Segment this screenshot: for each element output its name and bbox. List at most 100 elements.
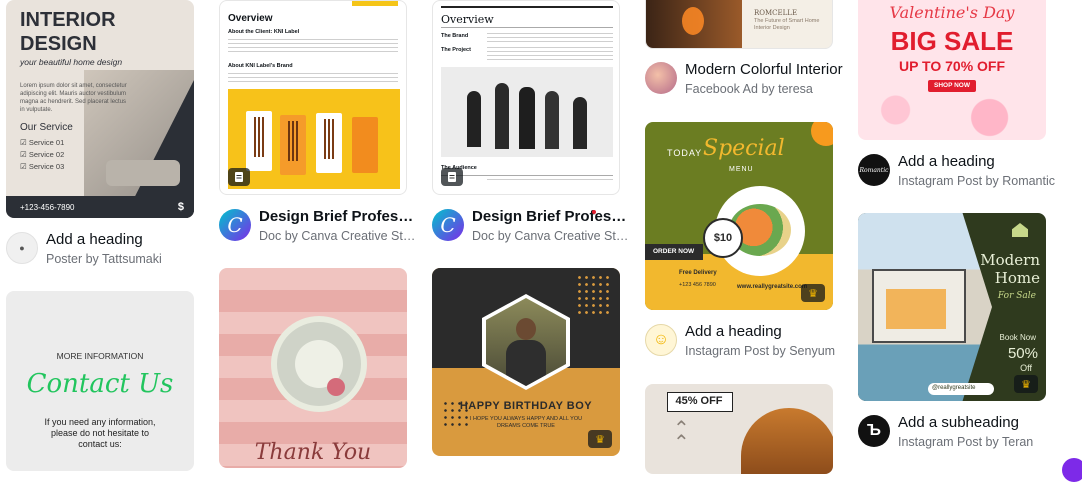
brand-tagline: The Future of Smart Home Interior Design: [754, 18, 820, 31]
interior-photo: [646, 0, 742, 48]
template-card-special-menu[interactable]: TODAY Special MENU $10 ORDER NOW Free De…: [645, 122, 833, 310]
title-1: Modern: [980, 251, 1040, 269]
tagline: your beautiful home design: [20, 57, 123, 67]
stick-group: [254, 117, 264, 157]
for-sale: For Sale: [997, 291, 1036, 301]
template-meta[interactable]: Ъ Add a subheading Instagram Post by Ter…: [858, 409, 1058, 455]
box-4: [352, 117, 378, 173]
person: [545, 91, 559, 149]
burger: [741, 408, 833, 474]
template-title: Add a heading: [46, 231, 143, 248]
title-2: Home: [994, 269, 1040, 287]
canva-avatar: C: [432, 209, 464, 241]
template-title: Add a heading: [898, 153, 995, 170]
row-label: The Project: [441, 47, 471, 53]
burger-discount: 45% OFF: [675, 395, 723, 407]
template-card-burger[interactable]: 45% OFF ⌃ ⌃: [645, 384, 833, 474]
template-title: Add a subheading: [898, 414, 1019, 431]
chevrons: ⌃ ⌃: [673, 418, 690, 454]
template-meta[interactable]: Romantic Add a heading Instagram Post by…: [858, 148, 1058, 194]
template-title: Add a heading: [685, 323, 782, 340]
template-card-modern-home[interactable]: Modern Home For Sale Book Now 50% Off @r…: [858, 213, 1046, 401]
lamp-glow: [682, 7, 704, 35]
template-subtitle: Facebook Ad by teresa: [685, 82, 813, 96]
crown-icon: ♛: [588, 430, 612, 448]
subheading-2: About KNI Label's Brand: [228, 63, 293, 69]
template-card-interior-design[interactable]: INTERIOR DESIGN your beautiful home desi…: [6, 0, 194, 218]
top-strip: [441, 6, 613, 8]
menu-phone: +123 456 7890: [679, 282, 716, 288]
text-lines-2: [228, 73, 398, 83]
section-title: Overview: [228, 13, 273, 24]
birthday-message: I HOPE YOU ALWAYS HAPPY AND ALL YOU DREA…: [469, 416, 583, 429]
order-label: ORDER NOW: [653, 248, 695, 255]
template-card-thank-you[interactable]: Thank You: [219, 268, 407, 468]
indicator-dot: [592, 210, 596, 214]
template-card-design-brief-2[interactable]: Overview The Brand The Project The Audie…: [432, 0, 620, 195]
handle: @reallygreatsite: [932, 385, 976, 391]
section-title: Overview: [441, 13, 494, 26]
subheading-1: About the Client: KNI Label: [228, 29, 300, 35]
avatar-letter: Ъ: [867, 422, 881, 439]
avatar-letter: C: [440, 213, 456, 237]
crown-icon: ♛: [801, 284, 825, 302]
plate: [271, 316, 367, 412]
service-heading: Our Service: [20, 122, 73, 133]
template-meta[interactable]: C Design Brief Professional Doc by Canva…: [432, 203, 632, 249]
romantic-avatar: Romantic: [858, 154, 890, 186]
template-title: Modern Colorful Interior: [685, 61, 843, 78]
teran-avatar: Ъ: [858, 415, 890, 447]
avatar: [645, 62, 677, 94]
check-icon: ☑: [20, 150, 27, 159]
template-card-contact-us[interactable]: MORE INFORMATION Contact Us If you need …: [6, 291, 194, 471]
headline-2: DESIGN: [20, 33, 97, 55]
template-card-design-brief[interactable]: Overview About the Client: KNI Label Abo…: [219, 0, 407, 195]
avatar-glyph: ●: [19, 243, 25, 253]
template-meta[interactable]: C Design Brief Professional Doc by Canva…: [219, 203, 419, 249]
house-photo: [858, 213, 992, 401]
template-meta[interactable]: ● Add a heading Poster by Tattsumaki: [6, 226, 206, 272]
menu-website: www.reallygreatsite.com: [737, 284, 808, 290]
birthday-title: HAPPY BIRTHDAY BOY: [459, 400, 593, 412]
person: [467, 91, 481, 147]
person: [495, 83, 509, 149]
special-label: Special: [703, 136, 785, 161]
template-subtitle: Poster by Tattsumaki: [46, 252, 162, 266]
service-item: Service 02: [28, 150, 65, 159]
book-now: Book Now: [999, 333, 1036, 342]
audience-rule: [441, 175, 613, 176]
thank-you-text: Thank You: [254, 440, 372, 465]
document-icon: [228, 168, 250, 186]
house-window: [886, 289, 946, 329]
template-subtitle: Instagram Post by Romantic: [898, 174, 1056, 188]
document-icon: [441, 168, 463, 186]
discount: 50%: [1007, 345, 1038, 362]
box-3: [316, 113, 342, 173]
delivery-label: Free Delivery: [679, 270, 717, 276]
product-photo: [228, 89, 400, 189]
sale-headline: BIG SALE: [890, 26, 1014, 56]
template-meta[interactable]: ☺ Add a heading Instagram Post by Senyum: [645, 318, 845, 364]
service-item: Service 01: [28, 138, 65, 147]
template-card-valentines-sale[interactable]: Valentine's Day BIG SALE UP TO 70% OFF S…: [858, 0, 1046, 140]
menu-label: MENU: [729, 166, 754, 173]
stick-group: [288, 121, 298, 161]
top-strip: [352, 1, 398, 6]
sofa-shape: [106, 160, 180, 186]
template-subtitle: Doc by Canva Creative Studio: [472, 229, 632, 243]
template-title: Design Brief Professional: [472, 208, 632, 225]
orange-slice: [811, 122, 833, 146]
team-photo: [441, 67, 613, 157]
sale-offer: UP TO 70% OFF: [898, 58, 1006, 74]
canva-avatar: C: [219, 209, 251, 241]
template-card-modern-colorful-interior[interactable]: ROMCELLE The Future of Smart Home Interi…: [645, 0, 833, 49]
template-subtitle: Instagram Post by Senyum: [685, 344, 836, 358]
template-meta[interactable]: Modern Colorful Interior Facebook Ad by …: [645, 56, 845, 102]
service-item: Service 03: [28, 162, 65, 171]
template-card-happy-birthday[interactable]: HAPPY BIRTHDAY BOY I HOPE YOU ALWAYS HAP…: [432, 268, 620, 456]
more-info-label: MORE INFORMATION: [56, 351, 144, 361]
dot-pattern: [576, 274, 612, 314]
audience-text: [487, 179, 613, 183]
stick-group: [324, 119, 334, 159]
contact-body: If you need any information, please do n…: [44, 417, 156, 449]
